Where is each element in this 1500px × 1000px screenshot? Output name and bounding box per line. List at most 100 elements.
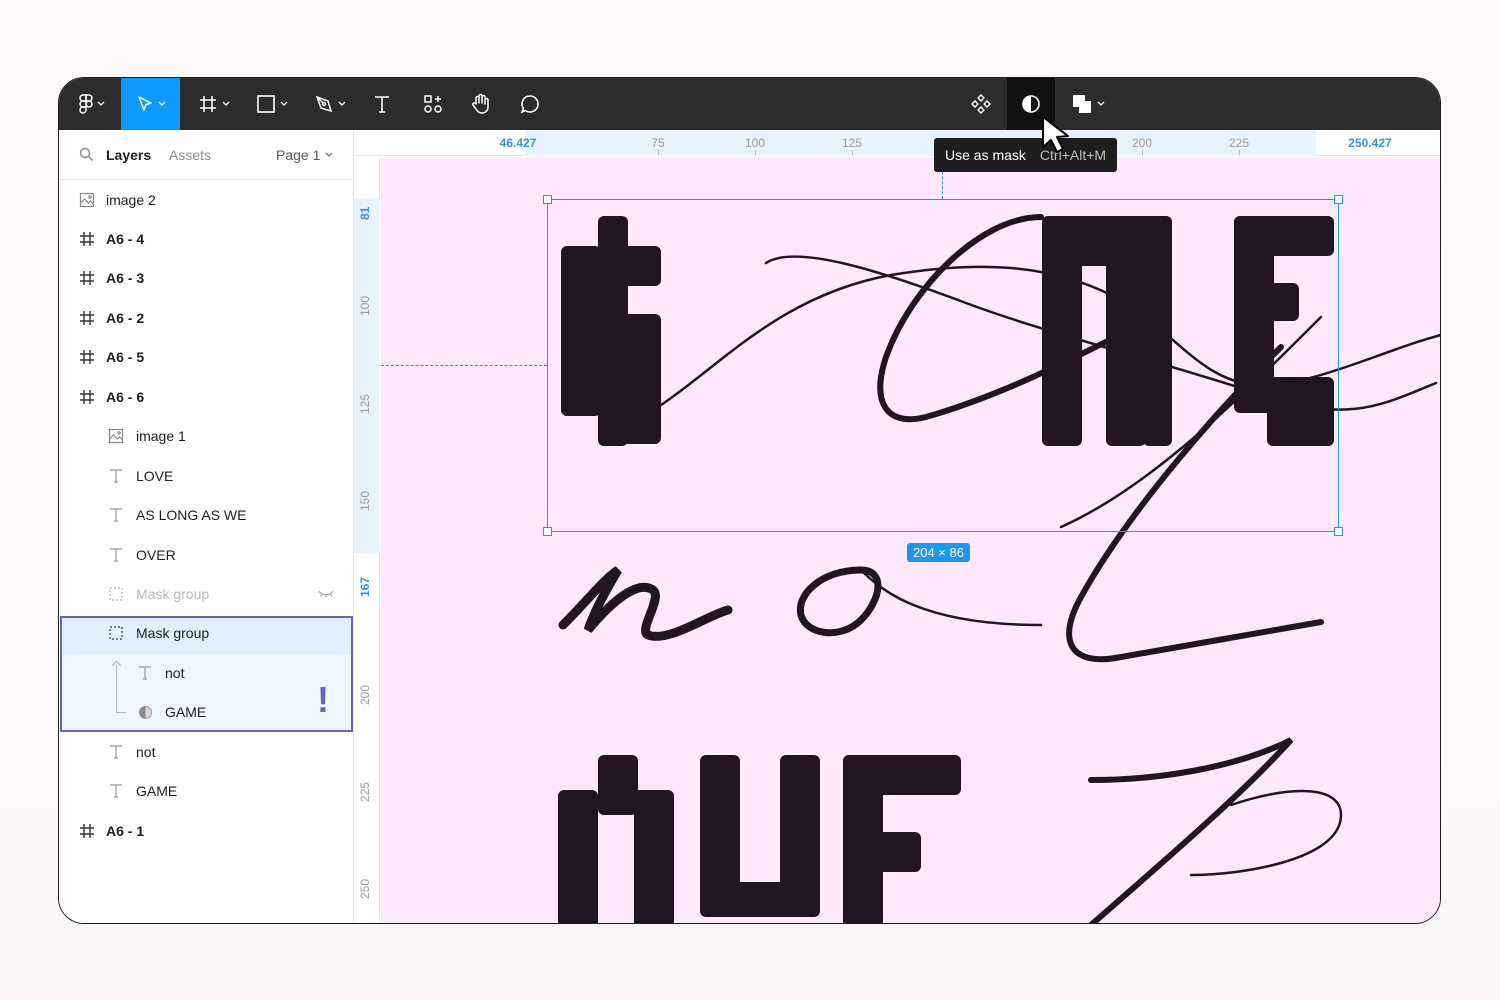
text-icon [108,744,124,760]
figma-window: Layers Assets Page 1 image 2 A6 - 4 A6 -… [58,77,1441,924]
ruler-start-value: 46.427 [499,136,537,150]
shape-tool-button[interactable] [247,78,297,130]
text-icon [108,783,124,799]
image-icon [108,428,124,444]
layer-label: not [165,665,185,681]
text-icon [108,468,124,484]
layer-label: LOVE [136,468,174,484]
hand-tool-button[interactable] [462,78,500,130]
frame-tool-button[interactable] [189,78,239,130]
text-icon [137,665,153,681]
layer-label: AS LONG AS WE [136,507,247,523]
layer-frame-a6-5[interactable]: A6 - 5 [59,337,354,376]
layer-label: A6 - 1 [106,823,145,839]
frame-hash-icon [79,389,95,405]
text-icon [108,547,124,563]
move-cursor-icon [137,96,152,111]
chevron-down-icon [325,152,333,157]
hand-icon [472,93,489,114]
mouse-cursor-icon [1042,116,1069,153]
rectangle-icon [257,95,275,113]
chevron-down-icon [97,101,105,106]
tooltip-label: Use as mask [945,147,1026,163]
layer-text-over[interactable]: OVER [59,535,354,574]
ruler-tick-label: 200 [358,684,372,705]
resize-handle-top-left[interactable] [543,195,552,204]
layer-text-game[interactable]: GAME [59,771,354,810]
warning-mark: ! [317,679,329,720]
resize-handle-bottom-right[interactable] [1334,527,1343,536]
ruler-vertical: 81 100 125 150 167 200 225 250 [354,156,380,923]
layer-text-love[interactable]: LOVE [59,456,354,495]
script-r-stroke [1088,737,1294,923]
page-select[interactable]: Page 1 [276,147,333,163]
component-button[interactable] [959,78,1003,130]
tab-layers[interactable]: Layers [106,147,151,163]
panel-header: Layers Assets Page 1 [59,130,353,180]
layer-label: not [136,744,156,760]
component-icon [971,94,991,114]
chevron-down-icon [158,101,165,106]
script-swash-4 [859,568,1043,627]
layer-text-not[interactable]: not [59,732,354,771]
ruler-tick-label: 250 [358,878,372,899]
frame-hash-icon [79,231,95,247]
design-canvas[interactable]: 204 × 86 [381,157,1440,923]
search-icon[interactable] [79,147,94,162]
layer-frame-a6-4[interactable]: A6 - 4 [59,219,354,258]
resize-handle-top-right[interactable] [1334,195,1343,204]
pen-icon [315,95,333,113]
layer-label: image 1 [136,428,186,444]
boolean-icon [1073,95,1091,113]
chevron-down-icon [280,101,288,106]
resources-button[interactable] [414,78,452,130]
layer-label: GAME [165,704,207,720]
text-icon [375,96,389,113]
text-icon [108,507,124,523]
layer-game-mask[interactable]: GAME [59,692,354,731]
resize-handle-bottom-left[interactable] [543,527,552,536]
frame-hash-icon [79,270,95,286]
script-swash-5 [1189,789,1343,877]
move-tool-button[interactable] [121,78,180,130]
layer-mask-group-selected[interactable]: Mask group [59,613,354,652]
ruler-end-value: 250.427 [1348,136,1392,150]
layer-label: A6 - 4 [106,231,145,247]
selection-rectangle[interactable] [543,195,1343,536]
ruler-tick-label: 200 [1131,136,1153,150]
layer-mask-group-hidden[interactable]: Mask group [59,574,354,613]
layer-frame-a6-3[interactable]: A6 - 3 [59,258,354,297]
bottom-letters-shape [558,755,961,923]
use-as-mask-tooltip: Use as mask Ctrl+Alt+M [934,138,1118,172]
mask-icon [137,704,153,720]
text-tool-button[interactable] [363,78,401,130]
eye-closed-icon[interactable] [318,586,334,602]
guide-horizontal [381,365,547,366]
tab-assets[interactable]: Assets [169,147,211,163]
script-o-stroke [796,566,882,637]
ruler-tick-label: 75 [651,136,665,150]
chevron-down-icon [222,101,230,106]
layer-text-not-masked[interactable]: not [59,653,354,692]
resources-icon [424,95,442,113]
layer-label: Mask group [136,586,210,602]
comment-icon [520,95,539,114]
comment-tool-button[interactable] [511,78,549,130]
layer-frame-a6-2[interactable]: A6 - 2 [59,298,354,337]
frame-hash-icon [79,349,95,365]
layer-label: A6 - 6 [106,389,145,405]
layer-text-as-long-as-we[interactable]: AS LONG AS WE [59,495,354,534]
layer-image-2[interactable]: image 2 [59,180,354,219]
layer-label: OVER [136,547,176,563]
pen-tool-button[interactable] [305,78,355,130]
layer-frame-a6-1[interactable]: A6 - 1 [59,811,354,850]
ruler-tick-label: 150 [358,490,372,511]
layer-label: A6 - 2 [106,310,145,326]
layer-image-1[interactable]: image 1 [59,416,354,455]
layer-label: A6 - 3 [106,270,145,286]
page-label: Page 1 [276,147,321,163]
ruler-start-value: 81 [358,206,372,220]
main-menu-button[interactable] [67,78,117,130]
layer-frame-a6-6[interactable]: A6 - 6 [59,377,354,416]
mask-icon [1022,95,1040,113]
